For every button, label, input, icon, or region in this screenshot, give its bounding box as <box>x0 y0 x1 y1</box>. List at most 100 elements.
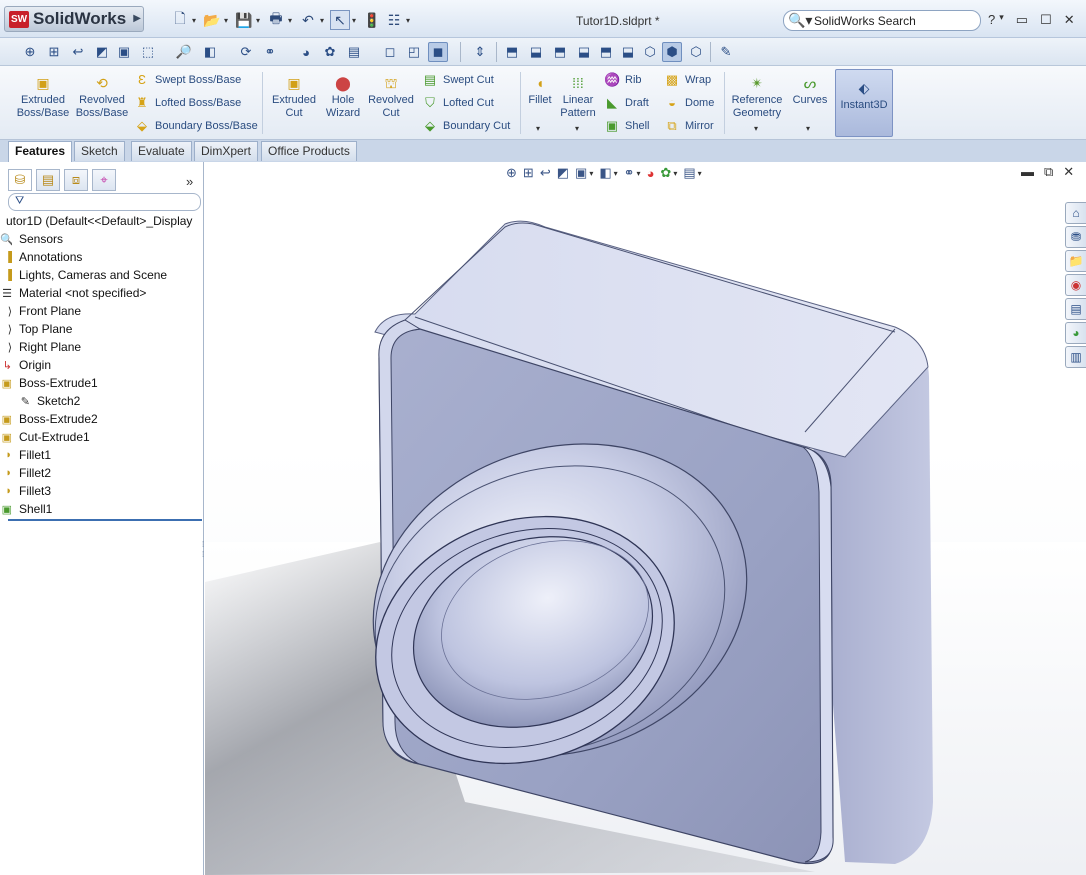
wireframe-icon[interactable]: ◻ <box>380 42 400 62</box>
reference-geometry-button[interactable]: ✴ Reference Geometry <box>728 74 786 120</box>
revolved-cut-button[interactable]: ⛫ Revolved Cut <box>366 74 416 120</box>
new-dropdown-icon[interactable]: ▾ <box>192 16 200 25</box>
view-orientation-icon[interactable]: ▣ <box>575 165 587 181</box>
zoom-to-fit-icon[interactable]: ⊕ <box>506 165 517 181</box>
tree-item-fillet2[interactable]: ◗ Fillet2 <box>0 464 204 482</box>
zoom-area-icon[interactable]: ⊞ <box>44 42 64 62</box>
tree-item-right-plane[interactable]: ⟩ Right Plane <box>0 338 204 356</box>
display-style-icon[interactable]: ◧ <box>599 165 611 181</box>
maximize-button[interactable]: ☐ <box>1040 12 1052 28</box>
tree-item-fillet3[interactable]: ◗ Fillet3 <box>0 482 204 500</box>
open-folder-icon[interactable]: 📂 <box>202 10 222 30</box>
rebuild-icon[interactable]: 🚦 <box>362 10 382 30</box>
section-view-icon[interactable]: ◩ <box>92 42 112 62</box>
doc-minimize-button[interactable]: ▬ <box>1021 164 1034 180</box>
graphics-area[interactable]: ⊕ ⊞ ↩ ◩ ▣ ▾ ◧ ▾ ⚭ ▾ ◕ ✿ ▾ ▤ ▾ ▬ ⧉ ✕ ⌂ ⛃ 📁 ◉ ▤… <box>205 162 1086 875</box>
boundary-boss-button[interactable]: ⬙ Boundary Boss/Base <box>134 116 258 136</box>
display-style-dropdown-icon[interactable]: ▾ <box>614 169 618 178</box>
tree-item-annotations[interactable]: ▐ Annotations <box>0 248 204 266</box>
extruded-cut-button[interactable]: ▣ Extruded Cut <box>268 74 320 120</box>
search-input[interactable] <box>814 13 974 28</box>
dome-button[interactable]: ◒ Dome <box>664 93 714 113</box>
configuration-manager-tab-icon[interactable]: ⧈ <box>64 169 88 191</box>
view-palette-icon[interactable]: ▤ <box>1065 298 1086 320</box>
right-view-icon[interactable]: ⬓ <box>574 42 594 62</box>
instant3d-button[interactable]: ⬖ Instant3D <box>835 69 893 137</box>
tree-item-boss-extrude1[interactable]: ▣ Boss-Extrude1 <box>0 374 204 392</box>
hide-show-items-icon[interactable]: ⚭ <box>624 165 635 181</box>
tree-filter-field[interactable]: ⛛ <box>8 193 201 211</box>
hole-wizard-button[interactable]: ⬤ Hole Wizard <box>322 74 364 120</box>
help-dropdown-icon[interactable]: ▾ <box>999 12 1004 28</box>
tree-item-fillet1[interactable]: ◗ Fillet1 <box>0 446 204 464</box>
design-library-icon[interactable]: ⛃ <box>1065 226 1086 248</box>
boundary-cut-button[interactable]: ⬙ Boundary Cut <box>422 116 510 136</box>
shell-button[interactable]: ▣ Shell <box>604 116 650 136</box>
tree-item-sketch2[interactable]: ✎ Sketch2 <box>0 392 204 410</box>
swept-cut-button[interactable]: ▤ Swept Cut <box>422 70 494 90</box>
trimetric-view-icon[interactable]: ⬢ <box>662 42 682 62</box>
tree-item-material[interactable]: ☰ Material <not specified> <box>0 284 204 302</box>
view-settings-icon[interactable]: ▤ <box>344 42 364 62</box>
save-icon[interactable]: 💾 <box>234 10 254 30</box>
draft-button[interactable]: ◣ Draft <box>604 93 649 113</box>
solidworks-menu-button[interactable]: SW SolidWorks ▶ <box>4 6 144 32</box>
close-button[interactable]: ✕ <box>1064 12 1075 28</box>
search-results-icon[interactable]: ◉ <box>1065 274 1086 296</box>
previous-view-icon[interactable]: ↩ <box>68 42 88 62</box>
swept-boss-button[interactable]: Ɛ Swept Boss/Base <box>134 70 241 90</box>
select-pointer-icon[interactable]: ↖ <box>330 10 350 30</box>
revolved-boss-button[interactable]: ⟲ Revolved Boss/Base <box>74 74 130 120</box>
pattern-dropdown-icon[interactable]: ▾ <box>575 124 579 133</box>
top-view-icon[interactable]: ⬒ <box>596 42 616 62</box>
wrap-button[interactable]: ▩ Wrap <box>664 70 711 90</box>
print-icon[interactable]: 🖶 <box>266 10 286 30</box>
appearances-icon[interactable]: ◕ <box>1065 322 1086 344</box>
normal-to-icon[interactable]: ⇕ <box>470 42 490 62</box>
search-icon[interactable]: 🔍▾ <box>788 12 812 29</box>
doc-close-button[interactable]: ✕ <box>1063 164 1074 180</box>
print-dropdown-icon[interactable]: ▾ <box>288 16 296 25</box>
edit-appearance-icon[interactable]: ◕ <box>296 42 316 62</box>
linear-pattern-button[interactable]: ⁞⁞⁞ Linear Pattern <box>558 74 598 120</box>
expand-panel-icon[interactable]: » <box>186 174 193 189</box>
tab-evaluate[interactable]: Evaluate <box>131 141 192 161</box>
lofted-cut-button[interactable]: ⛉ Lofted Cut <box>422 93 494 113</box>
feature-manager-tab-icon[interactable]: ⛁ <box>8 169 32 191</box>
view-settings-icon[interactable]: ▤ <box>683 165 695 181</box>
shaded-with-edges-icon[interactable]: ◼ <box>428 42 448 62</box>
tree-item-cut-extrude1[interactable]: ▣ Cut-Extrude1 <box>0 428 204 446</box>
tree-item-front-plane[interactable]: ⟩ Front Plane <box>0 302 204 320</box>
zoom-in-out-icon[interactable]: 🔎 <box>174 42 194 62</box>
dimxpert-manager-tab-icon[interactable]: ⌖ <box>92 169 116 191</box>
zoom-to-fit-icon[interactable]: ⊕ <box>20 42 40 62</box>
tree-item-shell1[interactable]: ▣ Shell1 <box>0 500 204 518</box>
hide-show-dropdown-icon[interactable]: ▾ <box>637 169 641 178</box>
model-viewport[interactable] <box>205 162 1086 875</box>
open-dropdown-icon[interactable]: ▾ <box>224 16 232 25</box>
front-view-icon[interactable]: ⬒ <box>502 42 522 62</box>
tree-item-top-plane[interactable]: ⟩ Top Plane <box>0 320 204 338</box>
display-style-icon[interactable]: ◧ <box>200 42 220 62</box>
view-orientation-dropdown-icon[interactable]: ▾ <box>589 169 593 178</box>
doc-restore-button[interactable]: ⧉ <box>1044 164 1053 180</box>
standard-views-icon[interactable]: ⬚ <box>138 42 158 62</box>
previous-view-icon[interactable]: ↩ <box>540 165 551 181</box>
hide-show-items-icon[interactable]: ⚭ <box>260 42 280 62</box>
lofted-boss-button[interactable]: ♜ Lofted Boss/Base <box>134 93 241 113</box>
zoom-area-icon[interactable]: ⊞ <box>523 165 534 181</box>
apply-scene-icon[interactable]: ✿ <box>660 165 671 181</box>
minimize-button[interactable]: ▭ <box>1016 12 1028 28</box>
undo-icon[interactable]: ↶ <box>298 10 318 30</box>
view-orientation-icon[interactable]: ▣ <box>114 42 134 62</box>
rotate-view-icon[interactable]: ⟳ <box>236 42 256 62</box>
scene-dropdown-icon[interactable]: ▾ <box>673 169 677 178</box>
dimetric-view-icon[interactable]: ⬡ <box>686 42 706 62</box>
rollback-bar[interactable] <box>8 519 202 521</box>
apply-scene-icon[interactable]: ✿ <box>320 42 340 62</box>
new-document-icon[interactable]: 🗋 <box>170 10 190 30</box>
tab-sketch[interactable]: Sketch <box>74 141 125 161</box>
custom-properties-icon[interactable]: ▥ <box>1065 346 1086 368</box>
mirror-button[interactable]: ⧉ Mirror <box>664 116 713 136</box>
tree-root[interactable]: utor1D (Default<<Default>_Display <box>0 212 204 230</box>
